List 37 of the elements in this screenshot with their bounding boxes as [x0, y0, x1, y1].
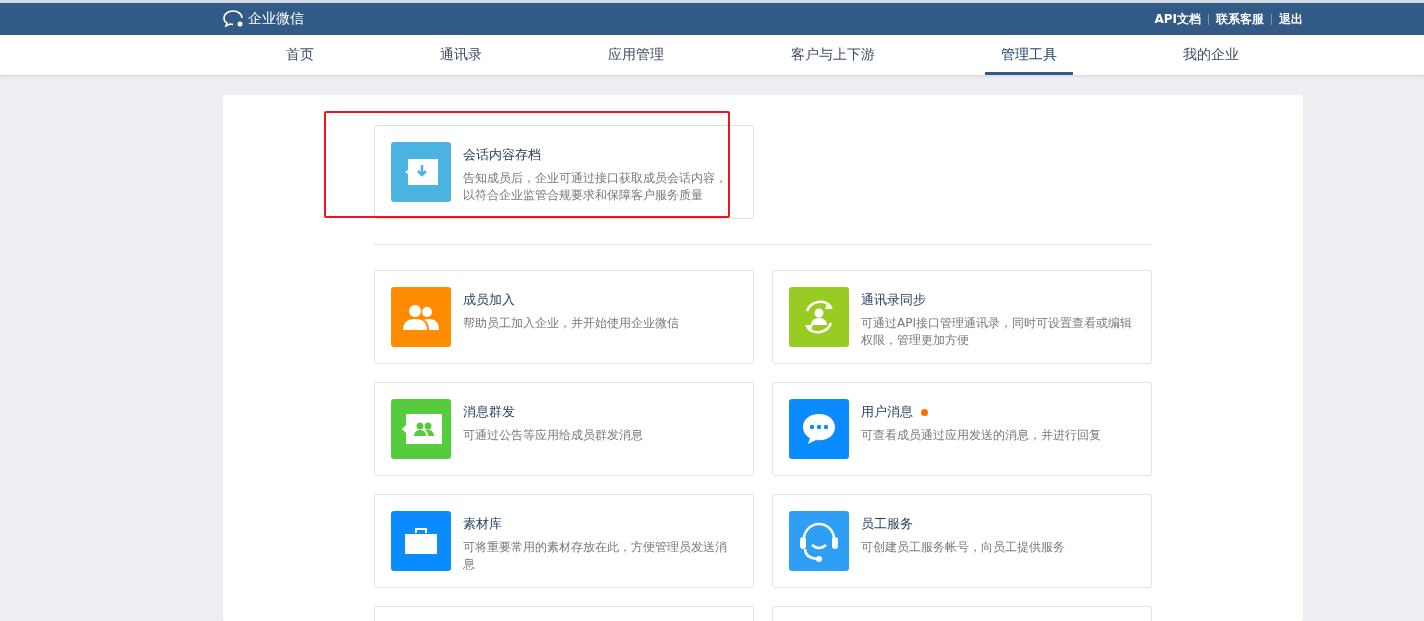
card-description: 可通过API接口管理通讯录，同时可设置查看或编辑权限，管理更加方便	[861, 315, 1133, 349]
nav-tab[interactable]: 客户与上下游	[774, 35, 891, 75]
nav-tab[interactable]: 应用管理	[592, 35, 681, 75]
tool-card[interactable]: 通讯录同步 可通过API接口管理通讯录，同时可设置查看或编辑权限，管理更加方便	[772, 270, 1152, 364]
card-description: 可将重要常用的素材存放在此，方便管理员发送消息	[463, 539, 728, 573]
nav-tab[interactable]: 我的企业	[1166, 35, 1255, 75]
card-title: 会话内容存档	[463, 146, 542, 164]
people-icon	[402, 303, 440, 331]
card-title: 通讯录同步	[861, 291, 926, 309]
tool-card[interactable]: 员工服务 可创建员工服务帐号，向员工提供服务	[772, 494, 1152, 588]
header-link[interactable]: 退出	[1279, 10, 1303, 28]
nav-tab[interactable]: 首页	[270, 35, 330, 75]
card-description: 告知成员后，企业可通过接口获取成员会话内容，以符合企业监管合规要求和保障客户服务质量	[463, 170, 728, 204]
card-title: 消息群发	[463, 403, 515, 421]
header-link[interactable]: 联系客服	[1216, 10, 1264, 28]
card-title: 员工服务	[861, 515, 913, 533]
card-description: 帮助员工加入企业，并开始使用企业微信	[463, 315, 679, 332]
tool-card[interactable]: 会话内容存档 告知成员后，企业可通过接口获取成员会话内容，以符合企业监管合规要求和保障客户服务质量	[374, 125, 754, 219]
card-title: 成员加入	[463, 291, 515, 309]
card-description: 可创建员工服务帐号，向员工提供服务	[861, 539, 1065, 556]
nav-tab[interactable]: 管理工具	[984, 35, 1073, 75]
tool-card[interactable]: 用户消息 可查看成员通过应用发送的消息，并进行回复	[772, 382, 1152, 476]
group-message-icon	[400, 414, 442, 444]
header-link[interactable]: API文档	[1154, 10, 1201, 28]
download-document-icon	[404, 159, 438, 185]
nav-tab[interactable]: 通讯录	[424, 35, 499, 75]
tool-card[interactable]: 素材库 可将重要常用的素材存放在此，方便管理员发送消息	[374, 494, 754, 588]
tool-card[interactable]: 消息群发 可通过公告等应用给成员群发消息	[374, 382, 754, 476]
chat-bubble-icon	[801, 412, 837, 446]
card-title: 素材库	[463, 515, 502, 533]
card-description: 可通过公告等应用给成员群发消息	[463, 427, 643, 444]
chat-logo-icon	[223, 10, 245, 28]
briefcase-icon	[405, 528, 437, 554]
card-title: 用户消息	[861, 403, 913, 421]
tool-card[interactable]: 成员加入 帮助员工加入企业，并开始使用企业微信	[374, 270, 754, 364]
logo-text: 企业微信	[248, 10, 304, 28]
card-description: 可查看成员通过应用发送的消息，并进行回复	[861, 427, 1101, 444]
